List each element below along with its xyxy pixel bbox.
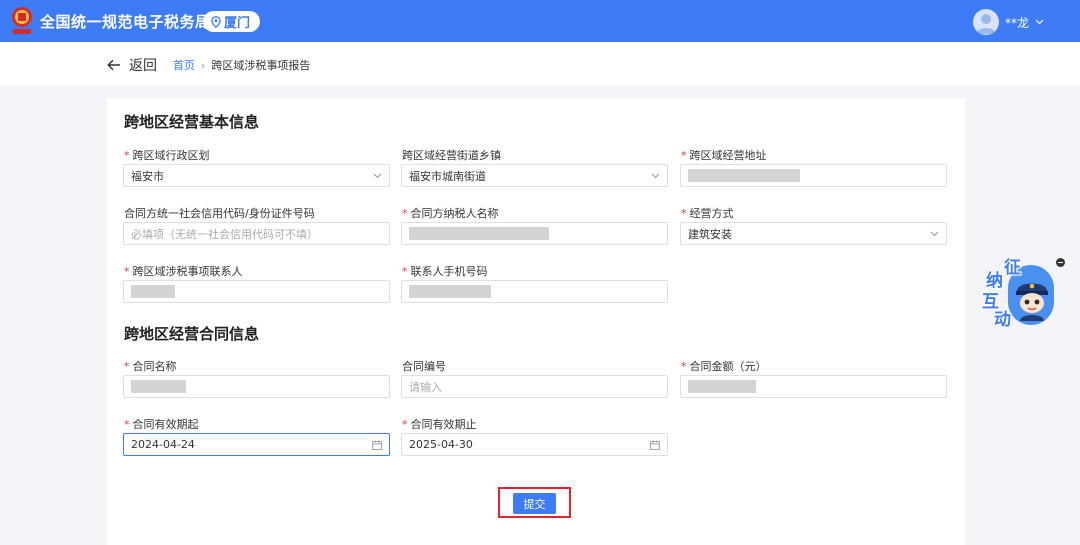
- top-header: 全国统一规范电子税务局 厦门 **龙: [0, 0, 1080, 42]
- redacted-value: [409, 227, 549, 240]
- partner-credit-code-input[interactable]: 必填项（无统一社会信用代码可不填）: [123, 222, 390, 245]
- tax-bureau-emblem-icon: [12, 7, 32, 34]
- breadcrumb-current: 跨区域涉税事项报告: [211, 59, 311, 72]
- calendar-icon: [650, 439, 660, 450]
- required-mark: *: [124, 265, 130, 278]
- business-mode-value: 建筑安装: [688, 227, 732, 241]
- user-menu[interactable]: **龙: [972, 9, 1044, 35]
- placeholder-text: 必填项（无统一社会信用代码可不填）: [131, 227, 318, 241]
- required-mark: *: [402, 265, 408, 278]
- valid-to-date-picker[interactable]: 2025-04-30: [401, 433, 668, 456]
- street-town-select[interactable]: 福安市城南街道: [401, 164, 668, 187]
- tax-officer-mascot-icon: [1016, 283, 1048, 321]
- label-business-mode: * 经营方式: [681, 207, 734, 220]
- back-label: 返回: [129, 58, 157, 74]
- site-title: 全国统一规范电子税务局: [40, 13, 211, 31]
- label-contact-phone: * 联系人手机号码: [402, 265, 488, 278]
- required-mark: *: [402, 207, 408, 220]
- user-avatar-icon: [975, 14, 996, 34]
- label-partner-name: * 合同方纳税人名称: [402, 207, 499, 220]
- chevron-down-icon: [373, 173, 382, 178]
- required-mark: *: [681, 149, 687, 162]
- arrow-left-icon: [107, 59, 120, 71]
- required-mark: *: [402, 418, 408, 431]
- required-mark: *: [681, 207, 687, 220]
- section-title-basic: 跨地区经营基本信息: [124, 113, 260, 131]
- placeholder-text: 请输入: [409, 380, 442, 394]
- chevron-down-icon: [651, 173, 660, 178]
- breadcrumb: 首页 › 跨区域涉税事项报告: [173, 57, 310, 73]
- required-mark: *: [681, 360, 687, 373]
- valid-to-value: 2025-04-30: [409, 438, 473, 451]
- breadcrumb-separator: ›: [201, 58, 206, 72]
- street-town-value: 福安市城南街道: [409, 169, 486, 183]
- admin-division-select[interactable]: 福安市: [123, 164, 390, 187]
- required-mark: *: [124, 418, 130, 431]
- valid-from-date-picker[interactable]: 2024-04-24: [123, 433, 390, 456]
- contract-number-input[interactable]: 请输入: [401, 375, 668, 398]
- valid-from-value: 2024-04-24: [131, 438, 195, 451]
- city-selector[interactable]: 厦门: [203, 11, 261, 32]
- label-contract-name: * 合同名称: [124, 360, 177, 373]
- redacted-value: [131, 380, 186, 393]
- admin-division-value: 福安市: [131, 169, 164, 183]
- contact-phone-input[interactable]: [401, 280, 668, 303]
- widget-collapse-icon[interactable]: [1056, 258, 1065, 267]
- label-contract-number: 合同编号: [402, 360, 446, 373]
- submit-button[interactable]: 提交: [513, 493, 556, 514]
- avatar: [972, 9, 999, 35]
- breadcrumb-bar: 返回 首页 › 跨区域涉税事项报告: [0, 42, 1080, 86]
- breadcrumb-home-link[interactable]: 首页: [173, 57, 195, 73]
- label-address: * 跨区域经营地址: [681, 149, 767, 162]
- required-mark: *: [124, 360, 130, 373]
- city-name: 厦门: [224, 16, 251, 31]
- chevron-down-icon: [930, 231, 939, 236]
- label-valid-to: * 合同有效期止: [402, 418, 477, 431]
- redacted-value: [131, 285, 175, 298]
- label-valid-from: * 合同有效期起: [124, 418, 199, 431]
- back-button[interactable]: 返回: [107, 55, 157, 75]
- label-partner-credit-code: 合同方统一社会信用代码/身份证件号码: [124, 207, 315, 220]
- calendar-icon: [372, 439, 382, 450]
- label-contract-amount: * 合同金额（元）: [681, 360, 767, 373]
- contract-amount-input[interactable]: [680, 375, 947, 398]
- section-title-contract: 跨地区经营合同信息: [124, 325, 260, 343]
- partner-name-input[interactable]: [401, 222, 668, 245]
- redacted-value: [688, 169, 800, 182]
- business-mode-select[interactable]: 建筑安装: [680, 222, 947, 245]
- tax-interaction-widget[interactable]: 征 纳 互 动: [976, 253, 1065, 333]
- redacted-value: [688, 380, 756, 393]
- redacted-value: [409, 285, 491, 298]
- user-name: **龙: [1004, 15, 1029, 30]
- label-contact-person: * 跨区域涉税事项联系人: [124, 265, 243, 278]
- contact-person-input[interactable]: [123, 280, 390, 303]
- label-admin-division: * 跨区域行政区划: [124, 149, 210, 162]
- address-input[interactable]: [680, 164, 947, 187]
- widget-char: 动: [994, 310, 1011, 330]
- contract-name-input[interactable]: [123, 375, 390, 398]
- widget-char: 征: [1004, 258, 1021, 278]
- chevron-down-icon: [1035, 19, 1044, 25]
- label-street-town: 跨区域经营街道乡镇: [402, 149, 501, 162]
- required-mark: *: [124, 149, 130, 162]
- location-pin-icon: [211, 15, 221, 28]
